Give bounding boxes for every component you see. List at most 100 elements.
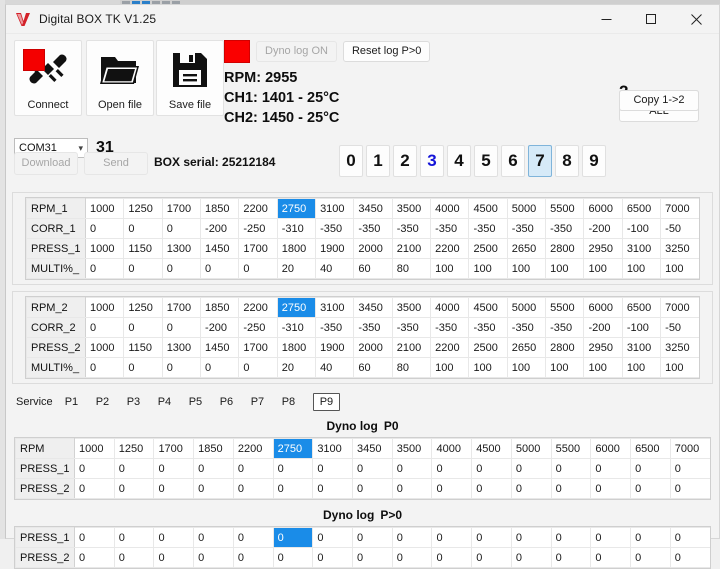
table-cell[interactable]: 2750 <box>276 297 317 318</box>
table-cell[interactable]: 0 <box>550 458 592 479</box>
table-cell[interactable]: 0 <box>153 458 195 479</box>
program-digit-0[interactable]: 0 <box>339 145 363 177</box>
table-cell[interactable]: 2100 <box>391 238 432 259</box>
table-cell[interactable]: 2950 <box>583 337 623 358</box>
table-cell[interactable]: 1700 <box>161 297 202 318</box>
table-cell[interactable]: 2200 <box>430 337 470 358</box>
table-cell[interactable]: 3500 <box>391 198 432 219</box>
dyno-log-on-button[interactable]: Dyno log ON <box>256 40 337 62</box>
table-cell[interactable]: 0 <box>74 458 115 479</box>
table-cell[interactable]: 0 <box>431 547 473 568</box>
table-cell[interactable]: 0 <box>391 478 433 499</box>
table-cell[interactable]: 0 <box>84 218 125 239</box>
table-cell[interactable]: 0 <box>312 527 354 548</box>
table-cell[interactable]: 3250 <box>660 337 699 358</box>
table-cell[interactable]: 3500 <box>391 297 432 318</box>
table-cell[interactable]: 0 <box>161 357 202 378</box>
table-cell[interactable]: -310 <box>276 317 317 338</box>
table-cell[interactable]: 0 <box>113 478 155 499</box>
program-digit-4[interactable]: 4 <box>447 145 471 177</box>
table-cell[interactable]: 1000 <box>84 337 125 358</box>
table-cell[interactable]: 1150 <box>123 238 163 259</box>
table-cell[interactable]: 0 <box>193 547 234 568</box>
table-cell[interactable]: 2200 <box>232 438 274 459</box>
table-cell[interactable]: 6500 <box>630 438 671 459</box>
table-cell[interactable]: 0 <box>510 458 552 479</box>
table-cell[interactable]: 2200 <box>430 238 470 259</box>
table-cell[interactable]: 0 <box>232 527 274 548</box>
table-cell[interactable]: 0 <box>471 547 512 568</box>
table-cell[interactable]: -200 <box>583 218 623 239</box>
table-cell[interactable]: 1700 <box>238 337 278 358</box>
table-cell[interactable]: 2650 <box>506 337 547 358</box>
table-cell[interactable]: 6000 <box>590 438 632 459</box>
table-cell[interactable]: -200 <box>583 317 623 338</box>
table-cell[interactable]: 80 <box>391 357 432 378</box>
table-cell[interactable]: 0 <box>590 478 632 499</box>
table-cell[interactable]: 100 <box>468 258 508 279</box>
table-cell[interactable]: 1450 <box>200 337 240 358</box>
table-cell[interactable]: 0 <box>352 547 393 568</box>
table-cell[interactable]: 0 <box>630 458 671 479</box>
program-digit-2[interactable]: 2 <box>393 145 417 177</box>
table-cell[interactable]: 5000 <box>506 198 547 219</box>
table-cell[interactable]: 3450 <box>352 438 393 459</box>
table-cell[interactable]: 0 <box>630 547 671 568</box>
table-cell[interactable]: 7000 <box>669 438 710 459</box>
service-tab-p8[interactable]: P8 <box>282 396 313 408</box>
table-cell[interactable]: 0 <box>550 547 592 568</box>
table-cell[interactable]: 4500 <box>468 198 508 219</box>
table-cell[interactable]: 0 <box>84 357 125 378</box>
table-cell[interactable]: -350 <box>506 317 547 338</box>
table-cell[interactable]: 0 <box>272 527 314 548</box>
table-cell[interactable]: 0 <box>113 527 155 548</box>
table-cell[interactable]: -350 <box>545 317 585 338</box>
table-cell[interactable]: 5500 <box>550 438 592 459</box>
table-cell[interactable]: 3100 <box>312 438 354 459</box>
table-cell[interactable]: 0 <box>669 478 710 499</box>
table-cell[interactable]: -100 <box>621 218 662 239</box>
table-cell[interactable]: 1250 <box>123 198 163 219</box>
table-cell[interactable]: 6500 <box>621 198 662 219</box>
maximize-icon[interactable] <box>629 5 674 33</box>
table-cell[interactable]: 5500 <box>545 297 585 318</box>
table-cell[interactable]: 80 <box>391 258 432 279</box>
table-cell[interactable]: 0 <box>123 357 163 378</box>
table-cell[interactable]: 7000 <box>660 198 699 219</box>
table-cell[interactable]: 0 <box>161 317 202 338</box>
table-cell[interactable]: 2750 <box>276 198 317 219</box>
table-cell[interactable]: 5000 <box>510 438 552 459</box>
table-cell[interactable]: 1700 <box>238 238 278 259</box>
table-cell[interactable]: 0 <box>193 458 234 479</box>
table-cell[interactable]: 3100 <box>621 337 662 358</box>
table-cell[interactable]: 100 <box>621 258 662 279</box>
save-file-button[interactable]: Save file <box>156 40 224 116</box>
table-cell[interactable]: -250 <box>238 317 278 338</box>
table-cell[interactable]: 2100 <box>391 337 432 358</box>
table-cell[interactable]: 2950 <box>583 238 623 259</box>
table-cell[interactable]: -350 <box>430 317 470 338</box>
table-cell[interactable]: 0 <box>550 478 592 499</box>
table-cell[interactable]: 0 <box>431 458 473 479</box>
table-cell[interactable]: 1850 <box>193 438 234 459</box>
table-cell[interactable]: 1300 <box>161 238 202 259</box>
service-tab-p1[interactable]: P1 <box>65 396 96 408</box>
table-cell[interactable]: 1850 <box>200 297 240 318</box>
table-cell[interactable]: 0 <box>471 458 512 479</box>
download-button[interactable]: Download <box>14 152 78 175</box>
table-cell[interactable]: 0 <box>193 527 234 548</box>
table-cell[interactable]: 1150 <box>123 337 163 358</box>
table-cell[interactable]: 2750 <box>272 438 314 459</box>
table-cell[interactable]: 0 <box>272 547 314 568</box>
table-cell[interactable]: 100 <box>583 258 623 279</box>
table-cell[interactable]: -200 <box>200 218 240 239</box>
table-cell[interactable]: 0 <box>232 547 274 568</box>
table-cell[interactable]: 0 <box>431 478 473 499</box>
table-cell[interactable]: 1000 <box>74 438 115 459</box>
table-cell[interactable]: 2200 <box>238 198 278 219</box>
table-cell[interactable]: 100 <box>545 357 585 378</box>
table-cell[interactable]: 2650 <box>506 238 547 259</box>
table-cell[interactable]: 40 <box>315 357 355 378</box>
table-cell[interactable]: 1300 <box>161 337 202 358</box>
table-cell[interactable]: 3450 <box>353 297 393 318</box>
